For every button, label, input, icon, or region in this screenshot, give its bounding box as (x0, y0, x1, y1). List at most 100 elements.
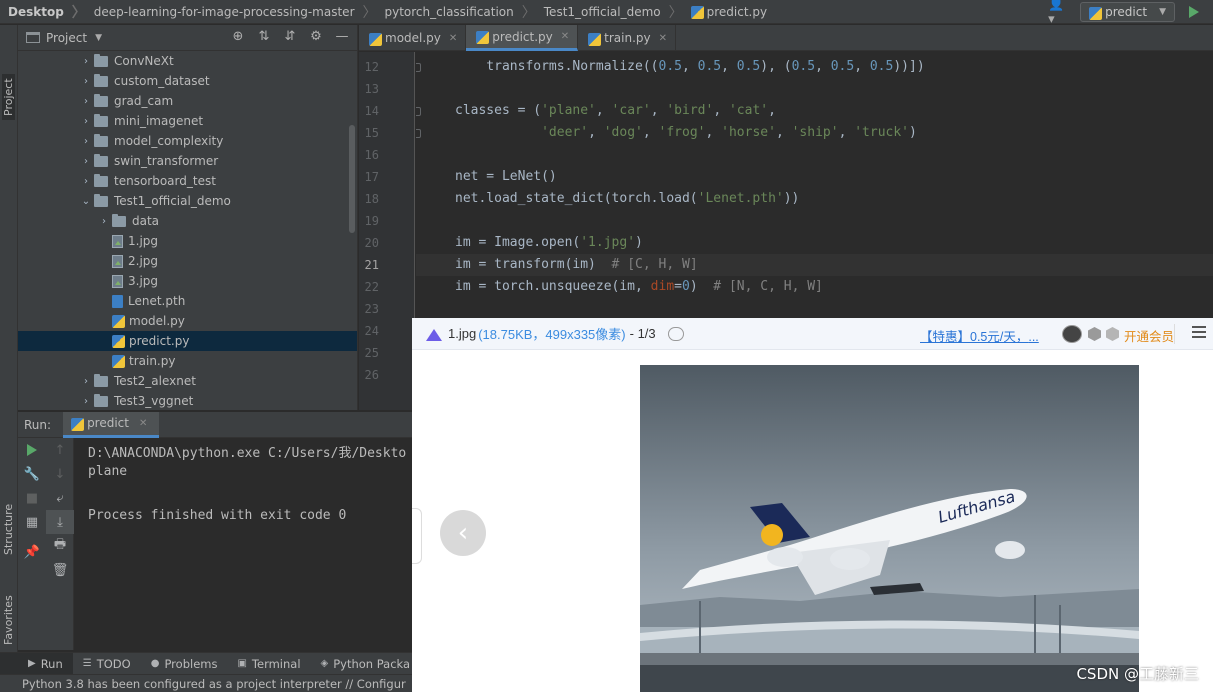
tree-folder-item[interactable]: › model_complexity (18, 131, 357, 151)
down-button[interactable]: ↓ (46, 462, 74, 486)
chevron-right-icon[interactable]: › (78, 116, 94, 127)
locate-icon[interactable]: ⊕ (225, 29, 251, 44)
soft-wrap-button[interactable]: ⤶ (46, 486, 74, 510)
editor-tab-label: predict.py (492, 29, 553, 44)
tree-folder-item[interactable]: › tensorboard_test (18, 171, 357, 191)
tree-folder-item[interactable]: › grad_cam (18, 91, 357, 111)
terminal-icon: ▣ (237, 658, 247, 669)
collapse-all-icon[interactable]: ⇵ (277, 29, 303, 44)
tree-folder-item[interactable]: › data (18, 211, 357, 231)
wrench-button[interactable]: 🔧 (18, 462, 46, 486)
tool-window-button[interactable]: ☰ TODO (73, 653, 141, 675)
tree-file-item[interactable]: train.py (18, 351, 357, 371)
close-icon[interactable]: ✕ (449, 33, 457, 44)
fold-marker-icon[interactable] (416, 129, 421, 138)
tree-file-item[interactable]: model.py (18, 311, 357, 331)
side-toggle-handle[interactable] (412, 508, 422, 564)
tree-file-item[interactable]: 3.jpg (18, 271, 357, 291)
tree-folder-item[interactable]: › ConvNeXt (18, 51, 357, 71)
chevron-right-icon[interactable]: › (78, 176, 94, 187)
tool-window-button[interactable]: ◈ Python Packa (311, 653, 421, 675)
run-tab[interactable]: predict ✕ (63, 411, 160, 438)
tool-window-button[interactable]: ● Problems (141, 653, 228, 675)
tree-file-item[interactable]: 2.jpg (18, 251, 357, 271)
breadcrumb-item[interactable]: Desktop 〉 (0, 0, 86, 24)
editor-tab[interactable]: train.py ✕ (578, 25, 677, 51)
chevron-right-icon[interactable]: › (78, 136, 94, 147)
breadcrumb-item[interactable]: deep-learning-for-image-processing-maste… (86, 0, 377, 24)
gear-icon[interactable]: ⚙ (303, 29, 329, 44)
pin-button[interactable]: 📌 (18, 540, 46, 564)
code-token: , (681, 59, 698, 74)
promo-link[interactable]: 【特惠】0.5元/天，... (920, 326, 1039, 345)
tool-window-button[interactable]: ▶ Run (0, 652, 73, 675)
editor-tab[interactable]: predict.py ✕ (466, 25, 579, 51)
tree-folder-item[interactable]: › custom_dataset (18, 71, 357, 91)
tree-file-item[interactable]: 1.jpg (18, 231, 357, 251)
close-icon[interactable]: ✕ (659, 33, 667, 44)
code-token: , (838, 125, 855, 140)
avatar[interactable] (1062, 325, 1082, 343)
vip-button[interactable]: 开通会员 (1124, 326, 1174, 345)
tree-folder-item[interactable]: › swin_transformer (18, 151, 357, 171)
cloud-upload-icon[interactable] (667, 326, 684, 341)
code-token: 'car' (611, 103, 651, 118)
tree-folder-item[interactable]: › Test3_vggnet (18, 391, 357, 410)
breadcrumb-item[interactable]: pytorch_classification 〉 (377, 0, 536, 24)
fold-marker-icon[interactable] (416, 107, 421, 116)
breadcrumb-item[interactable]: predict.py (683, 0, 767, 24)
chevron-right-icon[interactable]: › (78, 396, 94, 407)
run-panel-header: Run: predict ✕ (18, 411, 412, 438)
expand-all-icon[interactable]: ⇅ (251, 29, 277, 44)
run-toolbar-primary: 🔧 ■ ▦ 📌 (18, 438, 46, 650)
tree-folder-item[interactable]: ⌄ Test1_official_demo (18, 191, 357, 211)
folder-icon (94, 93, 108, 107)
layout-button[interactable]: ▦ (18, 510, 46, 534)
toolbar-divider (1174, 324, 1175, 344)
close-icon[interactable]: ✕ (139, 418, 147, 429)
print-button[interactable]: 🖶 (46, 534, 74, 558)
chevron-down-icon[interactable]: ▼ (95, 33, 102, 43)
wrench-icon: 🔧 (23, 466, 41, 482)
chevron-right-icon[interactable]: › (78, 76, 94, 87)
code-token: ) (909, 125, 917, 140)
editor-tab-label: model.py (385, 31, 441, 45)
chevron-right-icon[interactable]: › (78, 56, 94, 67)
project-panel-title[interactable]: Project (46, 31, 87, 45)
line-number: 19 (364, 214, 379, 228)
chevron-right-icon[interactable]: › (78, 96, 94, 107)
chevron-right-icon: 〉 (668, 4, 683, 21)
scroll-to-end-button[interactable]: ⤓ (46, 510, 74, 534)
up-button[interactable]: ↑ (46, 438, 74, 462)
menu-icon[interactable] (1192, 326, 1206, 338)
close-icon[interactable]: ✕ (561, 31, 569, 42)
chevron-right-icon[interactable]: › (78, 376, 94, 387)
console-output[interactable]: D:\ANACONDA\python.exe C:/Users/我/Deskto… (75, 438, 412, 650)
scrollbar[interactable] (349, 125, 355, 233)
rerun-button[interactable] (18, 438, 46, 462)
tree-file-item[interactable]: Lenet.pth (18, 291, 357, 311)
tree-item-label: ConvNeXt (114, 54, 174, 68)
chevron-down-icon[interactable]: ⌄ (78, 196, 94, 207)
status-message[interactable]: Python 3.8 has been configured as a proj… (22, 677, 406, 691)
fold-marker-icon[interactable] (416, 63, 421, 72)
run-configuration-select[interactable]: predict ▼ (1080, 2, 1175, 22)
tree-item-label: grad_cam (114, 94, 174, 108)
breadcrumb-item[interactable]: Test1_official_demo 〉 (536, 0, 683, 24)
previous-image-button[interactable]: ‹ (440, 510, 486, 556)
user-icon[interactable]: 👤▾ (1048, 0, 1070, 27)
chevron-right-icon[interactable]: › (78, 156, 94, 167)
editor-tab[interactable]: model.py ✕ (359, 25, 467, 51)
tree-folder-item[interactable]: › Test2_alexnet (18, 371, 357, 391)
project-tool-tab[interactable]: Project (2, 74, 15, 120)
run-icon[interactable] (1189, 6, 1199, 18)
tool-window-button[interactable]: ▣ Terminal (227, 653, 310, 675)
chevron-right-icon[interactable]: › (96, 216, 112, 227)
hide-icon[interactable]: — (329, 29, 355, 44)
clear-button[interactable]: 🗑 (46, 558, 74, 582)
tree-folder-item[interactable]: › mini_imagenet (18, 111, 357, 131)
tree-file-item[interactable]: predict.py (18, 331, 357, 351)
structure-tool-tab[interactable]: Structure (2, 504, 15, 555)
stop-button[interactable]: ■ (18, 486, 46, 510)
favorites-tool-tab[interactable]: Favorites (2, 595, 15, 645)
